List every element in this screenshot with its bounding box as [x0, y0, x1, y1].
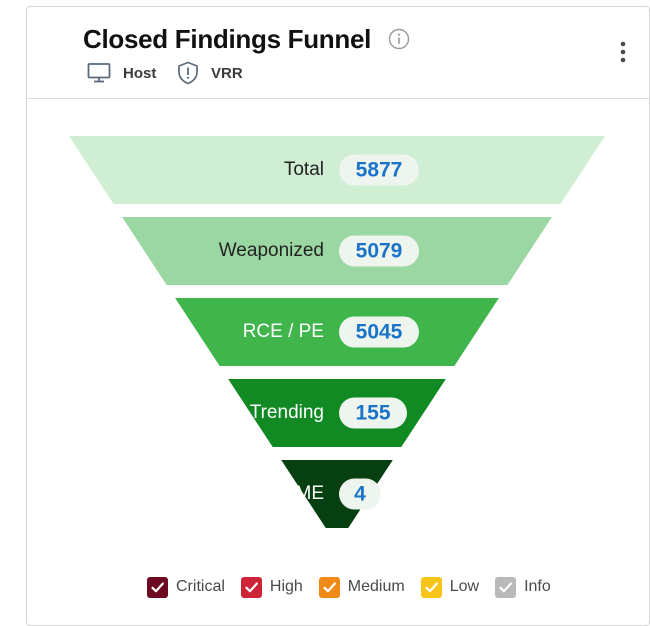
legend-item-info[interactable]: Info — [495, 576, 551, 598]
funnel-stage-value: 4 — [339, 478, 381, 510]
legend-item-high[interactable]: High — [240, 576, 303, 598]
checkbox-checked-icon[interactable] — [240, 576, 262, 598]
funnel-stage-value: 155 — [339, 397, 407, 429]
checkbox-checked-icon[interactable] — [420, 576, 442, 598]
funnel-stage-label: RCE / PE — [242, 321, 324, 342]
funnel-stage-value: 5079 — [339, 235, 419, 267]
funnel-stage-weaponized[interactable] — [122, 217, 552, 285]
checkbox-checked-icon[interactable] — [495, 576, 517, 598]
legend-label: Critical — [176, 578, 225, 595]
legend: Critical High Medium Low Info — [147, 575, 567, 599]
funnel-stage-label: ME — [295, 483, 325, 504]
funnel-stage-label: Total — [283, 159, 324, 180]
legend-label: High — [269, 578, 303, 595]
legend-item-critical[interactable]: Critical — [147, 576, 225, 598]
legend-item-medium[interactable]: Medium — [318, 576, 405, 598]
funnel-stage-value: 5045 — [339, 316, 419, 348]
funnel-stage-total[interactable] — [69, 136, 605, 204]
funnel-stage-rce-pe[interactable] — [175, 298, 499, 366]
checkbox-checked-icon[interactable] — [318, 576, 340, 598]
legend-item-low[interactable]: Low — [420, 576, 480, 598]
checkbox-checked-icon[interactable] — [147, 576, 168, 598]
legend-label: Info — [524, 578, 551, 595]
funnel-stage-label: Trending — [249, 402, 324, 423]
funnel-stage-label: Weaponized — [218, 240, 324, 261]
legend-label: Low — [449, 578, 480, 595]
funnel-stage-value: 5877 — [339, 154, 419, 186]
funnel-chart — [69, 136, 605, 528]
legend-label: Medium — [347, 578, 405, 595]
